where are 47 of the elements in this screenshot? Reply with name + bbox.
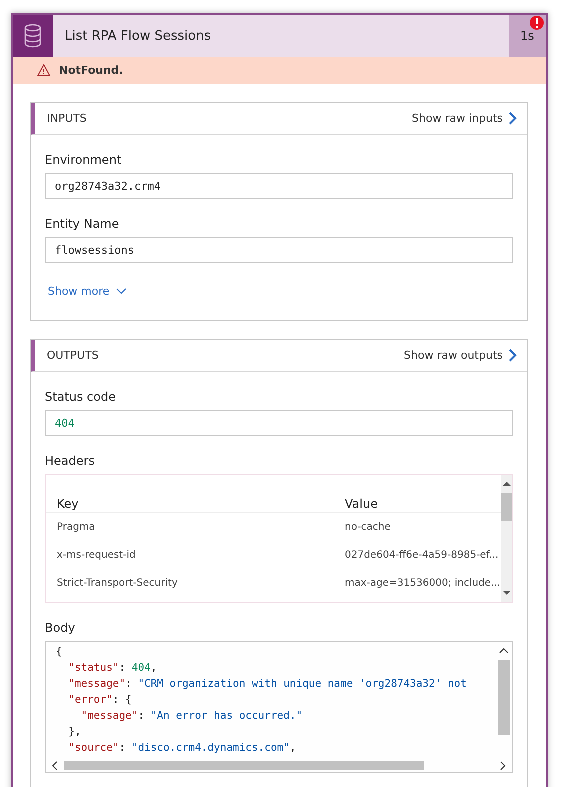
field-label: Headers bbox=[45, 454, 96, 468]
duration-label: 1s bbox=[509, 15, 546, 57]
section-title: OUTPUTS bbox=[47, 349, 99, 362]
database-icon bbox=[24, 24, 42, 48]
warning-icon bbox=[37, 64, 51, 77]
scroll-up-icon[interactable] bbox=[499, 646, 509, 656]
table-cell-text: Pragma bbox=[57, 522, 96, 532]
scrollbar-thumb[interactable] bbox=[500, 493, 512, 521]
code-line: "source": "disco.crm4.dynamics.com", bbox=[68, 741, 298, 756]
table-cell: max-age=31536000; include... bbox=[345, 578, 501, 588]
input-field[interactable]: flowsessions bbox=[45, 237, 513, 263]
chevron-right-icon bbox=[509, 112, 517, 125]
code-line: }, bbox=[68, 725, 82, 740]
field-label: Status code bbox=[45, 390, 117, 404]
error-message: NotFound. bbox=[59, 64, 124, 77]
table-cell: 027de604-ff6e-4a59-8985-ef... bbox=[345, 550, 499, 560]
table-cell-text: Strict-Transport-Security bbox=[57, 578, 179, 588]
code-line: "message": "CRM organization with unique name 'org28743a32' not bbox=[68, 677, 468, 692]
scroll-up-icon[interactable] bbox=[502, 479, 512, 489]
action-title: List RPA Flow Sessions bbox=[64, 28, 212, 46]
action-header[interactable]: List RPA Flow Sessions 1s bbox=[13, 15, 546, 57]
scrollbar-thumb[interactable] bbox=[498, 660, 510, 735]
section-title: INPUTS bbox=[47, 112, 87, 125]
code-line: { bbox=[56, 645, 64, 660]
column-header: Key bbox=[57, 497, 80, 512]
scroll-down-icon[interactable] bbox=[502, 588, 512, 598]
field-label: Entity Name bbox=[45, 217, 120, 231]
table-cell-text: x-ms-request-id bbox=[57, 550, 137, 560]
table-cell: no-cache bbox=[345, 522, 391, 532]
show-more-link[interactable]: Show more bbox=[48, 285, 127, 298]
scroll-left-icon[interactable] bbox=[50, 760, 60, 770]
chevron-right-icon bbox=[509, 349, 517, 362]
input-field[interactable]: 404 bbox=[45, 410, 513, 436]
field-label: Body bbox=[45, 621, 76, 635]
code-line: "status": 404, bbox=[68, 661, 158, 676]
code-line: "error": { bbox=[68, 693, 133, 708]
field-label: Environment bbox=[45, 153, 123, 167]
code-line: "message": "An error has occurred." bbox=[80, 709, 304, 724]
show-raw-inputs-link[interactable]: Show raw inputs bbox=[412, 112, 517, 125]
column-header: Value bbox=[345, 497, 378, 512]
scrollbar[interactable] bbox=[500, 475, 512, 602]
scrollbar-thumb[interactable] bbox=[64, 761, 424, 770]
show-raw-outputs-link[interactable]: Show raw outputs bbox=[404, 349, 517, 362]
scroll-right-icon[interactable] bbox=[498, 760, 508, 770]
input-field[interactable]: org28743a32.crm4 bbox=[45, 173, 513, 199]
chevron-down-icon bbox=[116, 288, 127, 295]
code-editor[interactable]: { "status": 404, "message": "CRM organization with unique name 'org28743a32' not "error": { "message": "An error has occurred." }, "source": "disco.crm4.dynamics.com", bbox=[45, 641, 513, 773]
